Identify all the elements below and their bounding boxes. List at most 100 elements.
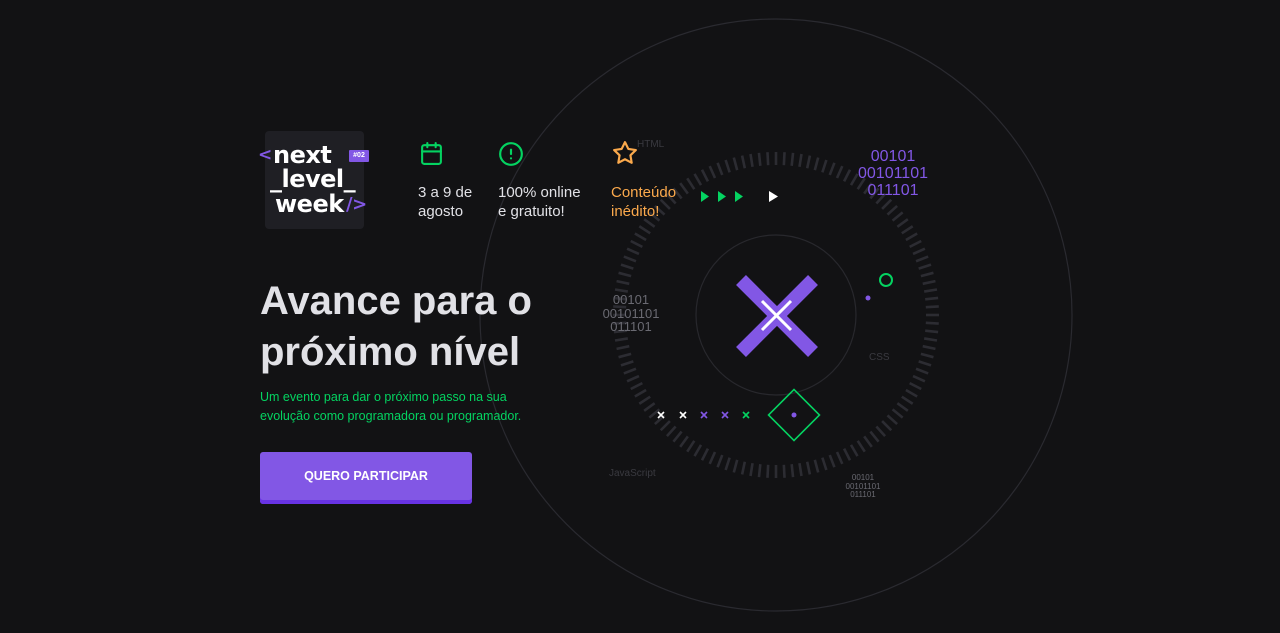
tick-mark bbox=[805, 155, 812, 169]
tick-mark bbox=[901, 395, 914, 405]
tick-mark bbox=[842, 448, 852, 461]
css-label: CSS bbox=[869, 352, 890, 363]
tick-mark bbox=[922, 279, 936, 286]
big-x-mark bbox=[736, 275, 818, 357]
tick-mark bbox=[614, 337, 629, 342]
tick-mark bbox=[798, 462, 803, 477]
tick-mark bbox=[896, 218, 909, 228]
feature-new-content-line2: inédito! bbox=[611, 203, 660, 220]
tick-mark bbox=[886, 204, 899, 216]
tick-mark bbox=[693, 173, 703, 186]
feature-dates-line1: 3 a 9 de bbox=[418, 184, 473, 201]
feature-dates: 3 a 9 de agosto bbox=[418, 183, 472, 221]
hero-title-line1: Avance para o bbox=[260, 279, 532, 323]
feature-online-line1: 100% online bbox=[498, 184, 581, 201]
tick-mark bbox=[891, 408, 904, 419]
tick-mark bbox=[875, 425, 887, 438]
tick-mark bbox=[665, 425, 677, 438]
tick-mark bbox=[732, 459, 739, 473]
tick-mark bbox=[918, 263, 932, 270]
tick-mark bbox=[630, 239, 643, 249]
feature-online: 100% online e gratuito! bbox=[498, 183, 581, 221]
tick-mark bbox=[679, 435, 689, 448]
tick-mark bbox=[782, 464, 786, 478]
participate-button[interactable]: QUERO PARTICIPAR bbox=[260, 452, 472, 504]
tick-mark bbox=[618, 352, 632, 359]
tick-mark bbox=[886, 414, 899, 426]
tick-mark bbox=[896, 402, 909, 412]
binary-mid: 00101 00101101 011101 bbox=[600, 293, 662, 334]
tick-mark bbox=[905, 232, 918, 242]
small-x-marks bbox=[657, 411, 750, 419]
tick-mark bbox=[790, 152, 795, 166]
tick-mark bbox=[915, 255, 929, 263]
tick-mark bbox=[643, 402, 656, 412]
tick-mark bbox=[842, 169, 852, 182]
hero-subtitle: Um evento para dar o próximo passo na su… bbox=[260, 390, 522, 423]
tick-mark bbox=[686, 177, 696, 190]
tick-mark bbox=[813, 459, 820, 473]
tick-mark bbox=[790, 464, 795, 478]
tick-mark bbox=[925, 305, 939, 309]
tick-mark bbox=[634, 232, 647, 242]
html-label: HTML bbox=[637, 139, 665, 150]
tick-mark bbox=[766, 152, 770, 166]
tick-mark bbox=[891, 211, 904, 222]
binary-line: 011101 bbox=[867, 182, 919, 199]
tick-mark bbox=[821, 457, 828, 471]
tick-mark bbox=[679, 182, 689, 195]
tick-mark bbox=[856, 440, 866, 453]
tick-mark bbox=[915, 367, 929, 375]
tick-mark bbox=[813, 157, 820, 171]
tick-mark bbox=[626, 247, 640, 256]
tick-mark bbox=[757, 152, 762, 166]
tick-mark bbox=[620, 263, 634, 270]
tick-mark bbox=[708, 165, 717, 179]
tick-mark bbox=[686, 440, 696, 453]
tick-mark bbox=[616, 344, 630, 351]
tick-mark bbox=[849, 444, 859, 457]
tick-mark bbox=[909, 239, 922, 249]
tick-mark bbox=[672, 430, 683, 443]
tick-mark bbox=[757, 464, 762, 478]
tick-mark bbox=[805, 461, 812, 475]
javascript-label: JavaScript bbox=[609, 468, 656, 479]
tick-mark bbox=[626, 374, 640, 383]
tick-mark bbox=[869, 430, 880, 443]
binary-line: 011101 bbox=[610, 319, 652, 334]
binary-line: 00101 bbox=[870, 148, 916, 165]
tick-mark bbox=[659, 420, 671, 432]
binary-line: 00101101 bbox=[858, 165, 928, 182]
tick-mark bbox=[923, 288, 938, 293]
tick-mark bbox=[909, 381, 922, 391]
tick-mark bbox=[912, 247, 926, 256]
green-ring bbox=[879, 273, 893, 287]
tick-mark bbox=[724, 457, 731, 471]
tick-mark bbox=[835, 165, 844, 179]
tick-mark bbox=[648, 408, 661, 419]
tick-mark bbox=[620, 360, 634, 367]
tick-mark bbox=[920, 271, 934, 278]
tick-mark bbox=[925, 296, 939, 301]
feature-dates-line2: agosto bbox=[418, 203, 464, 220]
calendar-icon bbox=[421, 142, 442, 165]
play-arrows bbox=[701, 191, 778, 202]
tick-mark bbox=[716, 162, 724, 176]
tick-mark bbox=[700, 169, 710, 182]
binary-line: 011101 bbox=[850, 490, 876, 499]
tick-mark bbox=[828, 454, 836, 468]
edition-badge: #02 bbox=[349, 150, 369, 162]
tick-mark bbox=[835, 451, 844, 465]
tick-mark bbox=[905, 388, 918, 398]
logo-word-level: _level_ bbox=[270, 165, 356, 193]
tick-mark bbox=[922, 344, 936, 351]
hero-title-line2: próximo nível bbox=[260, 330, 521, 374]
tick-mark bbox=[912, 374, 926, 383]
tick-mark bbox=[901, 225, 914, 235]
tick-mark bbox=[623, 367, 637, 375]
hero-title: Avance para o próximo nível bbox=[260, 276, 600, 378]
star-icon bbox=[613, 141, 637, 164]
tick-mark bbox=[863, 435, 873, 448]
tick-mark bbox=[630, 381, 643, 391]
tick-mark bbox=[749, 153, 754, 168]
